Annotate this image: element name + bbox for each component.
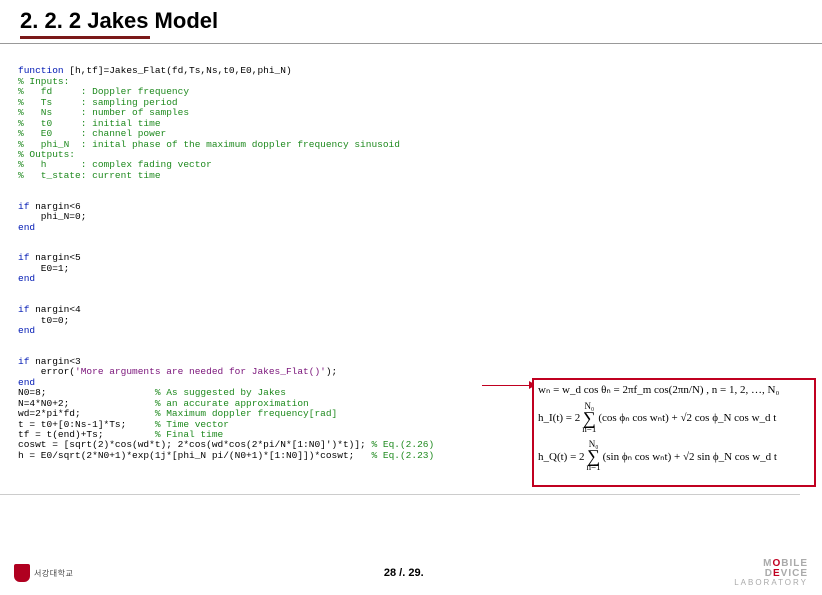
comment: % E0 : channel power <box>18 128 166 139</box>
comment: % Final time <box>155 429 223 440</box>
comment: % Inputs: <box>18 76 69 87</box>
sigma-symbol: ∑ <box>583 412 596 425</box>
kw-end: end <box>18 222 35 233</box>
kw-end: end <box>18 377 35 388</box>
kw-if: if <box>18 356 29 367</box>
formula-text: (sin ϕₙ cos wₙt) + √2 sin ϕ_N cos w_d t <box>603 451 777 463</box>
code-text: coswt = [sqrt(2)*cos(wd*t); 2*cos(wd*cos… <box>18 439 371 450</box>
code-text: h = E0/sqrt(2*N0+1)*exp(1j*[phi_N pi/(N0… <box>18 450 371 461</box>
formula-line-2: h_I(t) = 2 N₀ ∑ n=1 (cos ϕₙ cos wₙt) + √… <box>538 402 810 434</box>
code-text: N0=8; <box>18 387 155 398</box>
comment: % Ts : sampling period <box>18 97 178 108</box>
formula-line-1: wₙ = w_d cos θₙ = 2πf_m cos(2πn/N) , n =… <box>538 384 810 396</box>
code-text: E0=1; <box>18 263 69 274</box>
sum-lower: n=1 <box>582 425 596 435</box>
code-text: error( <box>18 366 75 377</box>
shield-icon <box>14 564 30 582</box>
slide-footer: 서강대학교 28 /. 29. MOBILE DEVICE LABORATORY <box>0 559 822 587</box>
slide-title: 2. 2. 2 Jakes Model <box>20 8 802 34</box>
comment: % phi_N : inital phase of the maximum do… <box>18 139 400 150</box>
title-underline <box>20 36 150 39</box>
page-number: 28 /. 29. <box>384 567 424 579</box>
university-name: 서강대학교 <box>34 568 73 579</box>
kw-function: function <box>18 65 64 76</box>
sigma-icon: N₀ ∑ n=1 <box>582 402 596 434</box>
comment: % Eq.(2.23) <box>371 450 434 461</box>
formula-text: (cos ϕₙ cos wₙt) + √2 cos ϕ_N cos w_d t <box>598 412 776 424</box>
sigma-icon: N₀ ∑ n=1 <box>587 440 601 472</box>
comment: % t_state: current time <box>18 170 161 181</box>
lab-logo: MOBILE DEVICE LABORATORY <box>734 559 808 587</box>
comment: % Ns : number of samples <box>18 107 189 118</box>
kw-end: end <box>18 273 35 284</box>
comment: % Time vector <box>155 419 229 430</box>
code-text: nargin<6 <box>29 201 80 212</box>
formula-text: h_I(t) = 2 <box>538 412 580 424</box>
kw-if: if <box>18 201 29 212</box>
comment: % Outputs: <box>18 149 75 160</box>
code-text: wd=2*pi*fd; <box>18 408 155 419</box>
code-text: [h,tf]=Jakes_Flat(fd,Ts,Ns,t0,E0,phi_N) <box>64 65 292 76</box>
code-text: ); <box>326 366 337 377</box>
kw-if: if <box>18 252 29 263</box>
comment: % h : complex fading vector <box>18 159 212 170</box>
sum-lower: n=1 <box>587 463 601 473</box>
code-text: N=4*N0+2; <box>18 398 155 409</box>
code-text: nargin<4 <box>29 304 80 315</box>
formula-text: h_Q(t) = 2 <box>538 451 585 463</box>
code-text: t = t0+[0:Ns-1]*Ts; <box>18 419 155 430</box>
formula-callout: wₙ = w_d cos θₙ = 2πf_m cos(2πn/N) , n =… <box>532 378 816 487</box>
kw-if: if <box>18 304 29 315</box>
callout-arrow <box>482 385 532 386</box>
lab-logo-line3: LABORATORY <box>734 579 808 587</box>
code-text: nargin<5 <box>29 252 80 263</box>
code-text: tf = t(end)+Ts; <box>18 429 155 440</box>
university-logo: 서강대학교 <box>14 564 73 582</box>
slide-header: 2. 2. 2 Jakes Model <box>0 0 822 44</box>
comment: % Maximum doppler frequency[rad] <box>155 408 337 419</box>
code-text: nargin<3 <box>29 356 80 367</box>
comment: % fd : Doppler frequency <box>18 86 189 97</box>
code-text: t0=0; <box>18 315 69 326</box>
comment: % Eq.(2.26) <box>371 439 434 450</box>
formula-line-3: h_Q(t) = 2 N₀ ∑ n=1 (sin ϕₙ cos wₙt) + √… <box>538 440 810 472</box>
comment: % t0 : initial time <box>18 118 161 129</box>
comment: % an accurate approximation <box>155 398 309 409</box>
string: 'More arguments are needed for Jakes_Fla… <box>75 366 326 377</box>
comment: % As suggested by Jakes <box>155 387 286 398</box>
kw-end: end <box>18 325 35 336</box>
code-text: phi_N=0; <box>18 211 86 222</box>
